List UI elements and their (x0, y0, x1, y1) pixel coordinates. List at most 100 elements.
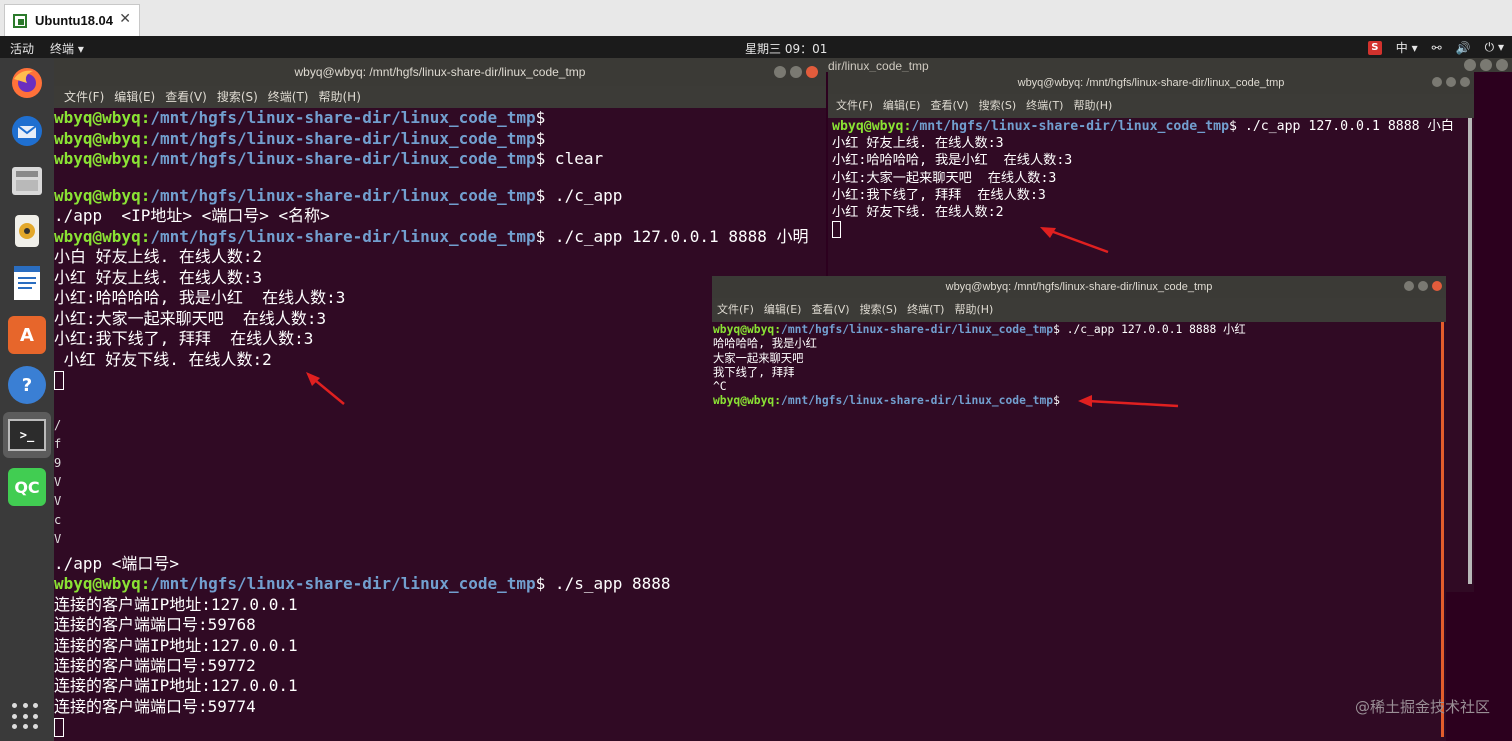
close-icon[interactable] (806, 66, 818, 78)
terminal-titlebar[interactable]: wbyq@wbyq: /mnt/hgfs/linux-share-dir/lin… (712, 276, 1446, 298)
files-icon[interactable] (8, 162, 46, 200)
network-icon[interactable]: ⚯ (1432, 41, 1442, 55)
maximize-icon[interactable] (1418, 281, 1428, 291)
menu-item[interactable]: 查看(V) (811, 298, 849, 322)
activities-button[interactable]: 活动 (10, 40, 34, 57)
terminal-output[interactable]: wbyq@wbyq:/mnt/hgfs/linux-share-dir/linu… (713, 323, 1446, 741)
maximize-icon[interactable] (790, 66, 802, 78)
volume-icon[interactable]: 🔊 (1456, 41, 1471, 55)
terminal-window-xiaohong[interactable]: wbyq@wbyq: /mnt/hgfs/linux-share-dir/lin… (712, 276, 1446, 741)
prompt-user: wbyq@wbyq (54, 149, 141, 168)
text-fragment: 9 (54, 456, 62, 470)
prompt-dollar: $ (1053, 323, 1060, 336)
minimize-icon[interactable] (1404, 281, 1414, 291)
maximize-icon[interactable] (1480, 59, 1492, 71)
output-line: 小红 好友上线. 在线人数:3 (54, 267, 263, 287)
software-icon[interactable]: A (8, 316, 46, 354)
menu-item[interactable]: 文件(F) (836, 94, 873, 118)
power-menu-icon[interactable]: ⏻ ▾ (1485, 40, 1504, 55)
output-line: 连接的客户端端口号:59772 (54, 656, 256, 676)
menu-item[interactable]: 查看(V) (165, 86, 207, 108)
maximize-icon[interactable] (1446, 77, 1456, 87)
menu-item[interactable]: 搜索(S) (860, 298, 898, 322)
terminal-titlebar[interactable]: wbyq@wbyq: /mnt/hgfs/linux-share-dir/lin… (828, 72, 1474, 94)
command-text: clear (545, 149, 604, 168)
arrow-annotation-1 (306, 372, 345, 405)
vm-icon (13, 13, 27, 28)
terminal-menubar: 文件(F) 编辑(E) 查看(V) 搜索(S) 终端(T) 帮助(H) (828, 94, 1474, 118)
thunderbird-icon[interactable] (8, 112, 46, 150)
menu-item[interactable]: 编辑(E) (114, 86, 155, 108)
output-line: ./app <IP地址> <端口号> <名称> (54, 206, 330, 225)
menu-item[interactable]: 帮助(H) (1073, 94, 1112, 118)
menu-item[interactable]: 终端(T) (1026, 94, 1063, 118)
help-icon[interactable]: ? (8, 366, 46, 404)
menu-item[interactable]: 查看(V) (930, 94, 968, 118)
prompt-dollar: $ (535, 108, 546, 127)
output-line: 连接的客户端端口号:59774 (54, 696, 256, 716)
prompt-path: /mnt/hgfs/linux-share-dir/linux_code_tmp (911, 119, 1230, 134)
output-line: 小红:我下线了, 拜拜 在线人数:3 (832, 187, 1046, 203)
app-menu-button[interactable]: 终端 ▾ (50, 40, 84, 57)
prompt-path: /mnt/hgfs/linux-share-dir/linux_code_tmp (150, 226, 536, 246)
minimize-icon[interactable] (774, 66, 786, 78)
prompt-user: wbyq@wbyq (713, 323, 775, 336)
close-icon[interactable] (1432, 281, 1442, 291)
output-line: 小红:大家一起来聊天吧 在线人数:3 (832, 170, 1057, 186)
prompt-line: wbyq@wbyq:/mnt/hgfs/linux-share-dir/linu… (54, 129, 826, 150)
menu-item[interactable]: 搜索(S) (217, 86, 258, 108)
terminal-icon[interactable]: >_ (3, 412, 51, 458)
prompt-line: wbyq@wbyq:/mnt/hgfs/linux-share-dir/linu… (54, 108, 826, 129)
gnome-top-bar: 活动 终端 ▾ 星期三 09：01 S 中 ▾ ⚯ 🔊 ⏻ ▾ (0, 36, 1512, 58)
window-title: wbyq@wbyq: /mnt/hgfs/linux-share-dir/lin… (945, 281, 1213, 293)
output-line: 小红 好友下线. 在线人数:2 (832, 205, 1004, 221)
close-icon[interactable]: ✕ (119, 11, 131, 27)
terminal-titlebar[interactable]: wbyq@wbyq: /mnt/hgfs/linux-share-dir/lin… (54, 58, 826, 86)
show-apps-icon[interactable] (12, 703, 40, 731)
terminal-window-main[interactable]: wbyq@wbyq: /mnt/hgfs/linux-share-dir/lin… (54, 58, 826, 741)
minimize-icon[interactable] (1432, 77, 1442, 87)
menu-item[interactable]: 编辑(E) (764, 298, 802, 322)
prompt-line: wbyq@wbyq:/mnt/hgfs/linux-share-dir/linu… (832, 118, 1474, 135)
qtcreator-icon[interactable]: QC (8, 468, 46, 506)
arrow-annotation-2 (1040, 227, 1109, 254)
output-line: 小红:哈哈哈哈, 我是小红 在线人数:3 (54, 288, 346, 307)
dock: A ? >_ QC (0, 58, 54, 741)
writer-icon[interactable] (8, 264, 46, 302)
vm-tab[interactable]: Ubuntu18.04 ✕ (4, 4, 140, 36)
rhythmbox-icon[interactable] (8, 212, 46, 250)
menu-item[interactable]: 文件(F) (717, 298, 754, 322)
scrollbar[interactable] (1468, 118, 1472, 584)
menu-item[interactable]: 编辑(E) (883, 94, 921, 118)
prompt-colon: : (140, 574, 151, 594)
prompt-path: /mnt/hgfs/linux-share-dir/linux_code_tmp (150, 128, 536, 148)
menu-item[interactable]: 帮助(H) (319, 86, 361, 108)
input-method-indicator[interactable]: 中 ▾ (1396, 39, 1418, 56)
output-line: 连接的客户端IP地址:127.0.0.1 (54, 676, 298, 696)
text-fragment: V (54, 494, 62, 508)
clock[interactable]: 星期三 09：01 (745, 40, 827, 57)
prompt-user: wbyq@wbyq (713, 394, 775, 408)
firefox-icon[interactable] (8, 64, 46, 102)
text-fragment: f (54, 437, 62, 451)
scrollbar[interactable] (1441, 322, 1444, 737)
arrow-annotation-3 (1078, 395, 1179, 408)
prompt-line: wbyq@wbyq:/mnt/hgfs/linux-share-dir/linu… (54, 149, 826, 170)
close-icon[interactable] (1460, 77, 1470, 87)
menu-item[interactable]: 文件(F) (64, 86, 104, 108)
minimize-icon[interactable] (1464, 59, 1476, 71)
command-text: ./c_app 127.0.0.1 8888 小红 (1059, 323, 1246, 336)
prompt-dollar: $ (1229, 119, 1237, 134)
menu-item[interactable]: 终端(T) (268, 86, 309, 108)
prompt-user: wbyq@wbyq (54, 574, 141, 594)
terminal-menubar: 文件(F) 编辑(E) 查看(V) 搜索(S) 终端(T) 帮助(H) (712, 298, 1446, 322)
menu-item[interactable]: 终端(T) (907, 298, 944, 322)
menu-item[interactable]: 帮助(H) (954, 298, 993, 322)
background-window-controls (1464, 59, 1508, 71)
window-controls (1404, 281, 1442, 291)
sogou-icon[interactable]: S (1367, 40, 1382, 55)
close-icon[interactable] (1496, 59, 1508, 71)
server-output[interactable]: ./app <端口号> wbyq@wbyq:/mnt/hgfs/linux-sha… (54, 554, 826, 741)
menu-item[interactable]: 搜索(S) (979, 94, 1017, 118)
